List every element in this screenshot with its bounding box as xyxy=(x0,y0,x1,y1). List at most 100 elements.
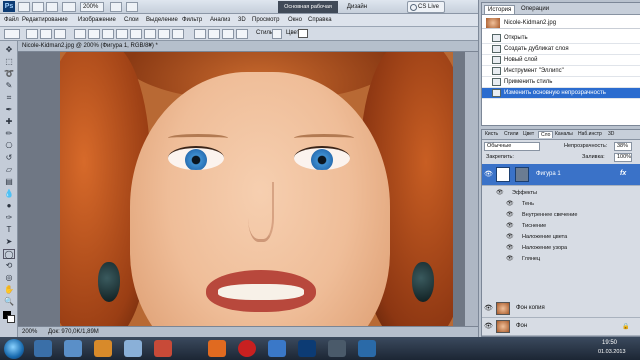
zoom-tool-icon[interactable]: 🔍 xyxy=(3,297,15,307)
cs-live-button[interactable]: CS Live xyxy=(407,1,445,13)
history-step-apply-style[interactable]: Применить стиль xyxy=(482,77,640,88)
brush-tool-icon[interactable]: ✏ xyxy=(3,129,15,139)
history-step-new-layer[interactable]: Новый слой xyxy=(482,55,640,66)
gradient-tool-icon[interactable]: ▤ xyxy=(3,177,15,187)
tool-preset-picker[interactable] xyxy=(4,29,20,39)
blur-tool-icon[interactable]: 💧 xyxy=(3,189,15,199)
close-tab-icon[interactable]: × xyxy=(148,42,152,49)
app-taskbar-icon[interactable] xyxy=(154,340,172,357)
firefox-taskbar-icon[interactable] xyxy=(208,340,226,357)
history-step-duplicate-layer[interactable]: Создать дубликат слоя xyxy=(482,44,640,55)
media-taskbar-icon[interactable] xyxy=(124,340,142,357)
visibility-eye-icon[interactable]: 👁 xyxy=(484,322,494,332)
photoshop-taskbar-icon[interactable] xyxy=(298,340,316,357)
arrange-documents-button[interactable] xyxy=(110,2,122,12)
zoom-status[interactable]: 200% xyxy=(22,329,37,335)
history-step-ellipse-tool[interactable]: Инструмент "Эллипс" xyxy=(482,66,640,77)
ie-taskbar-icon[interactable] xyxy=(64,340,82,357)
layer-row-background-copy[interactable]: 👁 Фон копия xyxy=(482,300,640,318)
marquee-tool-icon[interactable]: ⬚ xyxy=(3,57,15,67)
fx-badge[interactable]: fx xyxy=(620,170,626,177)
design-workspace-button[interactable]: Дизайн xyxy=(342,2,372,12)
menu-select[interactable]: Выделение xyxy=(146,17,178,23)
tab-color[interactable]: Цвет xyxy=(521,131,536,137)
crop-tool-icon[interactable]: ⌗ xyxy=(3,93,15,103)
explorer-taskbar-icon[interactable] xyxy=(34,340,52,357)
hand-tool-icon[interactable]: ✋ xyxy=(3,285,15,295)
visibility-eye-icon[interactable]: 👁 xyxy=(506,210,516,220)
tab-tool-presets[interactable]: Наб.инстр xyxy=(576,131,604,137)
app3-taskbar-icon[interactable] xyxy=(358,340,376,357)
eraser-tool-icon[interactable]: ▱ xyxy=(3,165,15,175)
visibility-eye-icon[interactable]: 👁 xyxy=(484,170,494,180)
ellipse-tool-icon[interactable]: ◯ xyxy=(3,249,15,259)
custom-shape-option[interactable] xyxy=(172,29,184,39)
menu-analysis[interactable]: Анализ xyxy=(210,17,230,23)
menu-filter[interactable]: Фильтр xyxy=(182,17,202,23)
screen-mode-button[interactable] xyxy=(126,2,138,12)
menu-window[interactable]: Окно xyxy=(288,17,302,23)
menu-edit[interactable]: Редактирование xyxy=(22,17,68,23)
add-to-shape-button[interactable] xyxy=(208,29,220,39)
dodge-tool-icon[interactable]: ● xyxy=(3,201,15,211)
history-step-open[interactable]: Открыть xyxy=(482,33,640,44)
eyedropper-tool-icon[interactable]: ✒ xyxy=(3,105,15,115)
menu-3d[interactable]: 3D xyxy=(238,17,246,23)
document-tab[interactable]: Nicole-Kidman2.jpg @ 200% (Фигура 1, RGB… xyxy=(18,41,478,52)
move-tool-icon[interactable]: ✥ xyxy=(3,45,15,55)
layer-row-shape-1[interactable]: 👁 Фигура 1 fx xyxy=(482,164,640,186)
polygon-option[interactable] xyxy=(144,29,156,39)
tab-brush[interactable]: Кисть xyxy=(483,131,500,137)
path-selection-tool-icon[interactable]: ➤ xyxy=(3,237,15,247)
3d-rotate-tool-icon[interactable]: ⟲ xyxy=(3,261,15,271)
hand-tool-button[interactable] xyxy=(62,2,76,12)
workspace-essentials-button[interactable]: Основная рабочая среда xyxy=(278,1,338,22)
blend-mode-select[interactable]: Обычные xyxy=(484,142,540,151)
tab-history[interactable]: История xyxy=(484,5,516,14)
menu-image[interactable]: Изображение xyxy=(78,17,116,23)
word-taskbar-icon[interactable] xyxy=(268,340,286,357)
visibility-eye-icon[interactable]: 👁 xyxy=(506,243,516,253)
effect-inner-glow[interactable]: 👁 Внутреннее свечение xyxy=(482,210,640,220)
style-picker[interactable] xyxy=(272,29,282,39)
opacity-input[interactable]: 38% xyxy=(614,142,632,151)
menu-help[interactable]: Справка xyxy=(308,17,332,23)
quick-selection-tool-icon[interactable]: ✎ xyxy=(3,81,15,91)
start-button[interactable] xyxy=(4,339,24,359)
color-swatch[interactable] xyxy=(298,29,308,38)
image-canvas[interactable] xyxy=(60,52,453,326)
visibility-eye-icon[interactable]: 👁 xyxy=(506,221,516,231)
3d-camera-tool-icon[interactable]: ◎ xyxy=(3,273,15,283)
intersect-shape-button[interactable] xyxy=(236,29,248,39)
tab-layers[interactable]: Сло xyxy=(538,131,554,138)
history-step-change-opacity[interactable]: Изменить основную непрозрачность xyxy=(482,88,640,99)
layer-row-background[interactable]: 👁 Фон 🔒 xyxy=(482,318,640,336)
tab-channels[interactable]: Каналы xyxy=(553,131,575,137)
vertical-scrollbar[interactable] xyxy=(465,52,478,326)
history-brush-tool-icon[interactable]: ↺ xyxy=(3,153,15,163)
effect-drop-shadow[interactable]: 👁 Тень xyxy=(482,199,640,209)
visibility-eye-icon[interactable]: 👁 xyxy=(506,254,516,264)
opera-taskbar-icon[interactable] xyxy=(238,340,256,357)
folder-taskbar-icon[interactable] xyxy=(94,340,112,357)
pen-tool-icon[interactable]: ✑ xyxy=(3,213,15,223)
visibility-eye-icon[interactable]: 👁 xyxy=(496,188,506,198)
fill-pixels-button[interactable] xyxy=(54,29,66,39)
shape-layers-button[interactable] xyxy=(26,29,38,39)
rounded-rectangle-option[interactable] xyxy=(116,29,128,39)
tab-styles[interactable]: Стили xyxy=(502,131,520,137)
rectangle-option[interactable] xyxy=(102,29,114,39)
visibility-eye-icon[interactable]: 👁 xyxy=(484,304,494,314)
app2-taskbar-icon[interactable] xyxy=(328,340,346,357)
freeform-pen-option[interactable] xyxy=(88,29,100,39)
type-tool-icon[interactable]: T xyxy=(3,225,15,235)
effect-bevel-emboss[interactable]: 👁 Тиснение xyxy=(482,221,640,231)
effect-pattern-overlay[interactable]: 👁 Наложение узора xyxy=(482,243,640,253)
menu-file[interactable]: Файл xyxy=(4,17,19,23)
effect-satin[interactable]: 👁 Глянец xyxy=(482,254,640,264)
healing-brush-tool-icon[interactable]: ✚ xyxy=(3,117,15,127)
extras-button[interactable] xyxy=(46,2,58,12)
new-shape-layer-button[interactable] xyxy=(194,29,206,39)
effects-group[interactable]: 👁 Эффекты xyxy=(482,188,640,198)
ellipse-option[interactable] xyxy=(130,29,142,39)
